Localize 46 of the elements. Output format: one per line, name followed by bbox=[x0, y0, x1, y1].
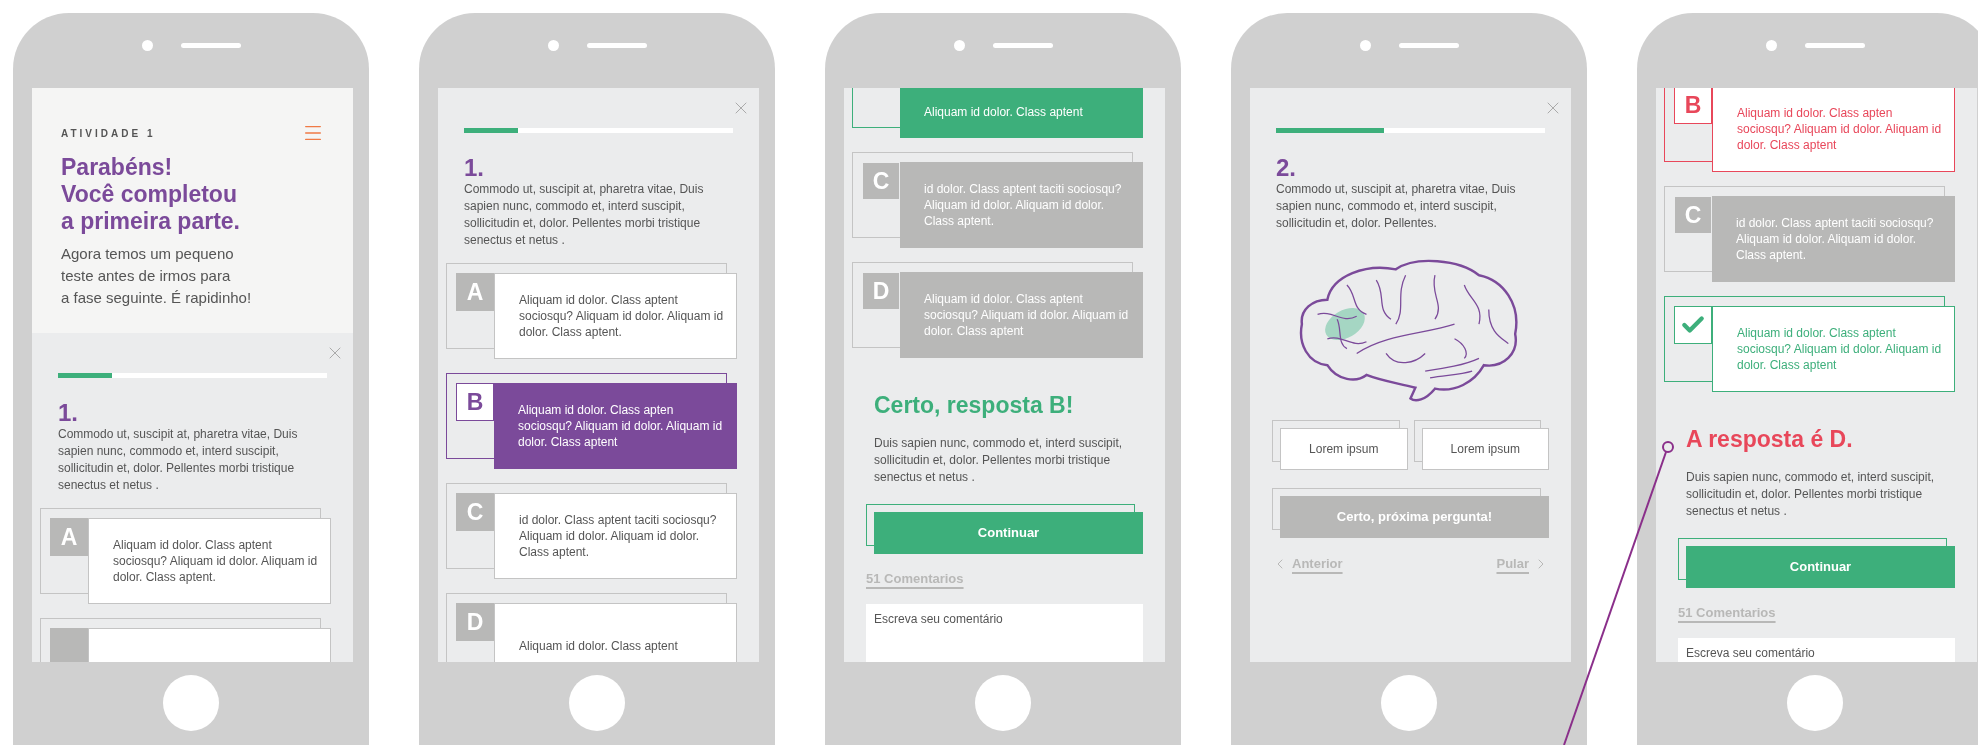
answer-option[interactable]: Aliquam id dolor. Class aptent bbox=[900, 88, 1143, 138]
home-button[interactable] bbox=[1787, 675, 1843, 731]
intro-text: Agora temos um pequeno teste antes de irmos para a fase seguinte. É rapidinho! bbox=[61, 244, 253, 308]
letter-tile: C bbox=[862, 162, 900, 200]
answer-option[interactable]: Aliquam id dolor. Class aptent sociosqu? Aliquam id dolor. Aliquam id dolor. Class aptent bbox=[1712, 306, 1955, 392]
question-number: 1. bbox=[464, 155, 485, 181]
speaker-slot bbox=[586, 43, 647, 48]
letter-tile: C bbox=[1674, 196, 1712, 234]
letter-tile bbox=[50, 628, 88, 662]
home-button[interactable] bbox=[1381, 675, 1437, 731]
intro-title: Parabéns! Você completou a primeira parte. bbox=[61, 154, 241, 235]
speaker-slot bbox=[180, 43, 241, 48]
question-text: Commodo ut, suscipit at, pharetra vitae, Duis sapien nunc, commodo et, interd suscipit, sollicitudin et, dolor. Pellentes. bbox=[1276, 181, 1517, 232]
feedback-text: Duis sapien nunc, commodo et, interd suscipit, sollicitudin et, dolor. Pellentes morbi tristique senectus et netus . bbox=[1686, 468, 1936, 520]
answer-option[interactable]: Aliquam id dolor. Class apten sociosqu? Aliquam id dolor. Aliquam id dolor. Class aptent bbox=[494, 383, 737, 469]
home-button[interactable] bbox=[975, 675, 1031, 731]
home-button[interactable] bbox=[569, 675, 625, 731]
answer-option[interactable]: id dolor. Class aptent taciti sociosqu? Aliquam id dolor. Aliquam id dolor. Class aptent. bbox=[494, 493, 737, 579]
letter-tile: C bbox=[456, 493, 494, 531]
letter-tile: B bbox=[1674, 88, 1712, 124]
question-text: Commodo ut, suscipit at, pharetra vitae, Duis sapien nunc, commodo et, interd suscipit, sollicitudin et, dolor. Pellentes morbi tristique senectus et netus . bbox=[58, 426, 299, 494]
feedback-title: Certo, resposta B! bbox=[874, 391, 1075, 420]
speaker-slot bbox=[1398, 43, 1459, 48]
comment-field[interactable]: Escreva seu comentário bbox=[866, 603, 1143, 662]
activity-label: ATIVIDADE 1 bbox=[61, 126, 156, 141]
question-number: 2. bbox=[1276, 155, 1297, 181]
speaker-slot bbox=[1804, 43, 1865, 48]
question-text: Commodo ut, suscipit at, pharetra vitae, Duis sapien nunc, commodo et, interd suscipit, sollicitudin et, dolor. Pellentes morbi tristique senectus et netus . bbox=[464, 181, 705, 249]
answer-option[interactable]: Aliquam id dolor. Class apten sociosqu? Aliquam id dolor. Aliquam id dolor. Class aptent bbox=[1712, 88, 1955, 172]
answer-option[interactable]: Aliquam id dolor. Class aptent sociosqu? Aliquam id dolor. Aliquam id dolor. Class aptent. bbox=[88, 518, 331, 604]
answer-option[interactable]: Aliquam id dolor. Class aptent sociosqu? Aliquam id dolor. Aliquam id dolor. Class aptent. bbox=[494, 273, 737, 359]
answer-option[interactable]: Aliquam id dolor. Class aptent bbox=[494, 603, 737, 662]
letter-tile: A bbox=[456, 273, 494, 311]
letter-tile: D bbox=[862, 272, 900, 310]
question-number: 1. bbox=[58, 400, 79, 426]
letter-tile: B bbox=[456, 383, 494, 421]
home-button[interactable] bbox=[163, 675, 219, 731]
answer-option[interactable]: id dolor. Class aptent taciti sociosqu? Aliquam id dolor. Aliquam id dolor. Class aptent. bbox=[900, 162, 1143, 248]
speaker-slot bbox=[992, 43, 1053, 48]
comment-field[interactable]: Escreva seu comentário bbox=[1678, 637, 1955, 662]
answer-option[interactable]: Aliquam id dolor. Class aptent sociosqu? Aliquam id dolor. Aliquam id dolor. Class aptent bbox=[900, 272, 1143, 358]
feedback-title: A resposta é D. bbox=[1686, 425, 1854, 454]
letter-tile: A bbox=[50, 518, 88, 556]
feedback-text: Duis sapien nunc, commodo et, interd suscipit, sollicitudin et, dolor. Pellentes morbi tristique senectus et netus . bbox=[874, 434, 1124, 486]
answer-option[interactable]: id dolor. Class aptent taciti sociosqu? Aliquam id dolor. Aliquam id dolor. Class aptent. bbox=[1712, 196, 1955, 282]
letter-tile: D bbox=[456, 603, 494, 641]
